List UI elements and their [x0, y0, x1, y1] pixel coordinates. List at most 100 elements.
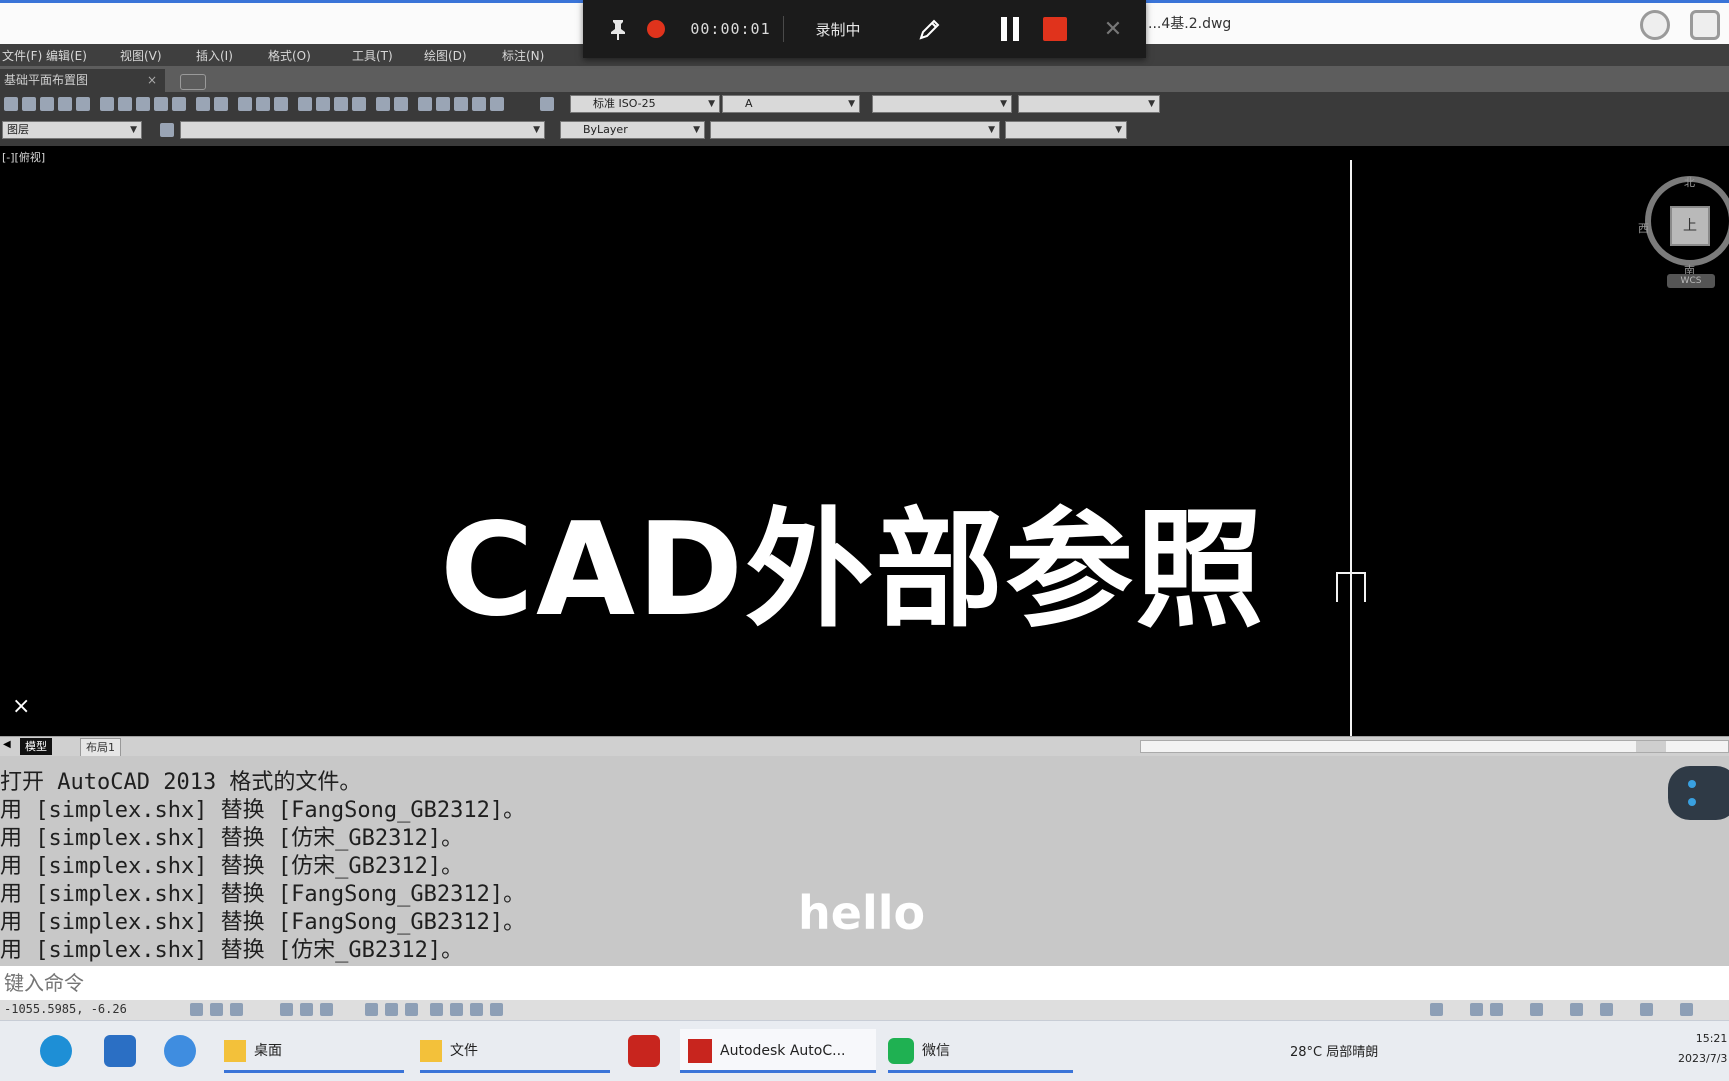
ie-browser-icon[interactable] [164, 1035, 196, 1067]
horizontal-scrollbar[interactable] [1140, 740, 1729, 753]
print-icon[interactable] [58, 97, 72, 111]
object-snap-icon[interactable] [320, 1003, 333, 1016]
layer-iso-icon[interactable] [472, 97, 486, 111]
quick-properties-icon[interactable] [470, 1003, 483, 1016]
redo-icon[interactable] [214, 97, 228, 111]
menu-edit[interactable]: 编辑(E) [46, 47, 87, 64]
ortho-mode-icon[interactable] [280, 1003, 293, 1016]
quick-view-drawings-icon[interactable] [1490, 1003, 1503, 1016]
menu-dimension[interactable]: 标注(N) [502, 47, 544, 64]
new-tab-button[interactable] [180, 74, 206, 90]
wcs-menu[interactable]: WCS [1667, 274, 1715, 288]
otrack-icon[interactable] [365, 1003, 378, 1016]
screen-recorder-bar: 00:00:01 录制中 ✕ [583, 0, 1146, 58]
lineweight-icon[interactable] [430, 1003, 443, 1016]
autocad-pinned-icon[interactable] [628, 1035, 660, 1067]
text-style-combo[interactable]: 标准 ISO-25 ▼ [570, 95, 720, 113]
dim-style-combo[interactable]: A ▼ [722, 95, 860, 113]
zoom-window-icon[interactable] [274, 97, 288, 111]
menu-file[interactable]: 文件(F) [2, 47, 42, 64]
open-file-icon[interactable] [22, 97, 36, 111]
infer-constraints-icon[interactable] [190, 1003, 203, 1016]
layer-combo[interactable]: ▼ [180, 121, 545, 139]
viewcube-north[interactable]: 北 [1684, 174, 1695, 190]
close-tab-icon[interactable]: × [147, 69, 157, 92]
pin-icon[interactable] [603, 0, 633, 58]
polar-tracking-icon[interactable] [300, 1003, 313, 1016]
menu-tools[interactable]: 工具(T) [352, 47, 393, 64]
scroll-left-arrow-icon[interactable]: ◀ [3, 739, 11, 750]
pan-icon[interactable] [238, 97, 252, 111]
taskbar-app-files[interactable]: 文件 [420, 1029, 610, 1073]
ducs-icon[interactable] [385, 1003, 398, 1016]
taskbar-app-wechat[interactable]: 微信 [888, 1029, 1073, 1073]
command-input[interactable] [0, 966, 1729, 1000]
taskbar-app-autocad[interactable]: Autodesk AutoC... [680, 1029, 876, 1073]
copy-icon[interactable] [118, 97, 132, 111]
match-properties-icon[interactable] [154, 97, 168, 111]
tab-layout1[interactable]: 布局1 [80, 738, 121, 757]
menu-draw[interactable]: 绘图(D) [424, 47, 467, 64]
preview-icon[interactable] [76, 97, 90, 111]
layer-previous-icon[interactable] [454, 97, 468, 111]
viewcube-top-face[interactable]: 上 [1670, 206, 1710, 246]
tool-palettes-icon[interactable] [334, 97, 348, 111]
sheet-set-icon[interactable] [352, 97, 366, 111]
lineweight-combo[interactable]: ▼ [1005, 121, 1127, 139]
drawing-canvas[interactable]: [-][俯视] × CAD外部参照 上 北 西 南 WCS [0, 146, 1729, 736]
layer-uniso-icon[interactable] [490, 97, 504, 111]
annotation-scale-icon[interactable] [1530, 1003, 1543, 1016]
menu-insert[interactable]: 插入(I) [196, 47, 233, 64]
undo-icon[interactable] [196, 97, 210, 111]
mail-icon[interactable] [104, 1035, 136, 1067]
save-icon[interactable] [40, 97, 54, 111]
snap-mode-icon[interactable] [210, 1003, 223, 1016]
block-editor-icon[interactable] [172, 97, 186, 111]
document-tab[interactable]: 基础平面布置图 × [0, 69, 165, 92]
grid-display-icon[interactable] [230, 1003, 243, 1016]
paste-icon[interactable] [136, 97, 150, 111]
cut-icon[interactable] [100, 97, 114, 111]
layer-properties-icon[interactable] [160, 123, 174, 137]
zoom-realtime-icon[interactable] [256, 97, 270, 111]
stop-button[interactable] [1038, 0, 1072, 58]
system-clock[interactable]: 15:21 2023/7/3 [1678, 1029, 1727, 1069]
menu-view[interactable]: 视图(V) [120, 47, 162, 64]
multileader-style-combo[interactable]: ▼ [1018, 95, 1160, 113]
scrollbar-thumb[interactable] [1636, 741, 1666, 752]
app-menu-icon[interactable] [1690, 10, 1720, 40]
user-circle-icon[interactable] [1640, 10, 1670, 40]
edge-browser-icon[interactable] [40, 1035, 72, 1067]
workspace-switching-icon[interactable] [1600, 1003, 1613, 1016]
command-line-customize-button[interactable] [1668, 766, 1729, 820]
markup-icon[interactable] [376, 97, 390, 111]
table-style-combo[interactable]: ▼ [872, 95, 1012, 113]
linetype-combo[interactable]: ▼ [710, 121, 1000, 139]
help-icon[interactable] [540, 97, 554, 111]
quickcalc-icon[interactable] [394, 97, 408, 111]
model-space-icon[interactable] [1430, 1003, 1443, 1016]
annotation-visibility-icon[interactable] [1570, 1003, 1583, 1016]
new-file-icon[interactable] [4, 97, 18, 111]
viewcube-west[interactable]: 西 [1638, 220, 1649, 236]
taskbar-app-desktop[interactable]: 桌面 [224, 1029, 404, 1073]
dbconnect-icon[interactable] [418, 97, 432, 111]
selection-cycling-icon[interactable] [490, 1003, 503, 1016]
quick-view-layouts-icon[interactable] [1470, 1003, 1483, 1016]
menu-format[interactable]: 格式(O) [268, 47, 311, 64]
layer-icon[interactable] [436, 97, 450, 111]
pause-button[interactable] [993, 0, 1027, 58]
properties-icon[interactable] [298, 97, 312, 111]
clean-screen-icon[interactable] [1680, 1003, 1693, 1016]
transparency-icon[interactable] [450, 1003, 463, 1016]
design-center-icon[interactable] [316, 97, 330, 111]
layer-state-combo[interactable]: 图层 ▼ [2, 121, 142, 139]
color-combo[interactable]: ByLayer ▼ [560, 121, 705, 139]
weather-widget[interactable]: 28°C 局部晴朗 [1290, 1041, 1378, 1060]
close-recorder-icon[interactable]: ✕ [1098, 0, 1128, 58]
lock-ui-icon[interactable] [1640, 1003, 1653, 1016]
annotate-pen-icon[interactable] [913, 0, 947, 58]
viewport-controls[interactable]: [-][俯视] [2, 149, 45, 165]
tab-model[interactable]: 模型 [20, 738, 52, 755]
dynamic-input-icon[interactable] [405, 1003, 418, 1016]
